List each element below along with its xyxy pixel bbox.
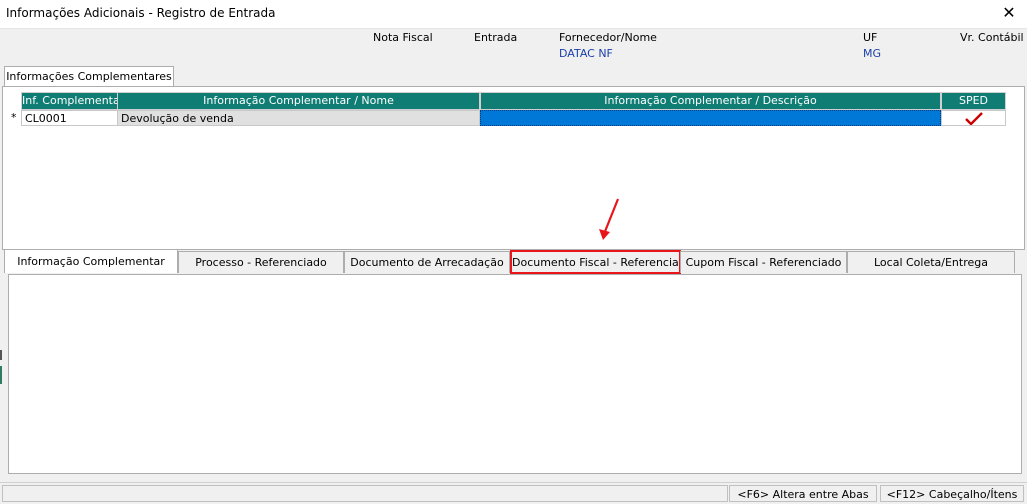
status-bar: <F6> Altera entre Abas <F12> Cabeçalho/Í… (0, 482, 1027, 504)
column-header-descricao[interactable]: Informação Complementar / Descrição (480, 92, 941, 110)
tab-local-coleta-entrega[interactable]: Local Coleta/Entrega (847, 251, 1015, 273)
column-header-nome[interactable]: Informação Complementar / Nome (117, 92, 480, 110)
tab-documento-arrecadacao[interactable]: Documento de Arrecadação (344, 251, 510, 273)
close-icon[interactable]: ✕ (999, 3, 1019, 23)
tab-processo-referenciado[interactable]: Processo - Referenciado (178, 251, 344, 273)
tab-informacoes-complementares[interactable]: Informações Complementares (4, 66, 174, 87)
status-f12-hint: <F12> Cabeçalho/Ítens (880, 485, 1024, 502)
cell-codigo[interactable]: CL0001 (21, 110, 118, 126)
status-empty-cell (2, 485, 728, 502)
checkmark-icon (964, 112, 983, 125)
tab-informacao-complementar[interactable]: Informação Complementar (4, 249, 178, 273)
tab-content-panel (8, 274, 1022, 474)
annotation-arrow (599, 198, 620, 240)
fornecedor-label: Fornecedor/Nome (559, 31, 657, 44)
complementary-info-panel: Inf. Complementar Informação Complementa… (2, 86, 1025, 250)
uf-value: MG (863, 47, 882, 60)
tab-cupom-fiscal-referenciado[interactable]: Cupom Fiscal - Referenciado (680, 251, 847, 273)
document-header: Nota Fiscal Entrada Fornecedor/Nome DATA… (0, 28, 1027, 64)
status-f6-hint: <F6> Altera entre Abas (729, 485, 877, 502)
column-header-inf-complementar[interactable]: Inf. Complementar (21, 92, 118, 110)
tab-documento-fiscal-referenciado[interactable]: Documento Fiscal - Referenciado (510, 250, 692, 274)
background-edge (0, 350, 2, 360)
fornecedor-value: DATAC NF (559, 47, 613, 60)
cell-nome[interactable]: Devolução de venda (117, 110, 480, 126)
lower-tab-strip: Informação Complementar Processo - Refer… (0, 249, 1027, 275)
uf-label: UF (863, 31, 878, 44)
cell-descricao[interactable] (480, 110, 941, 126)
entrada-label: Entrada (474, 31, 518, 44)
vr-contabil-label: Vr. Contábil (960, 31, 1024, 44)
column-header-sped[interactable]: SPED (941, 92, 1006, 110)
cell-sped[interactable] (941, 110, 1006, 126)
nota-fiscal-label: Nota Fiscal (373, 31, 433, 44)
window-title: Informações Adicionais - Registro de Ent… (6, 6, 276, 20)
title-bar: Informações Adicionais - Registro de Ent… (0, 0, 1027, 29)
new-row-marker: * (11, 111, 17, 124)
background-edge (0, 366, 2, 384)
